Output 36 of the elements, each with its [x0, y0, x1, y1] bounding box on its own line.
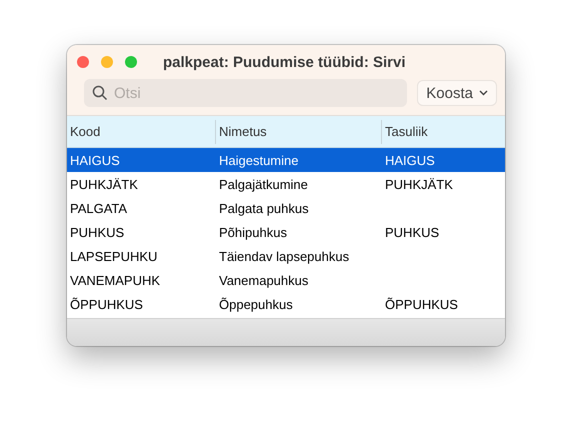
table-cell-text: VANEMAPUHK [69, 272, 162, 288]
table-cell-text: Põhipuhkus [218, 224, 288, 240]
minimize-button[interactable] [101, 56, 113, 68]
table-cell-text: ÕPPUHKUS [384, 296, 459, 312]
table-cell-text: HAIGUS [384, 152, 436, 168]
table-row[interactable]: PUHKJÄTK Palgajätkumine PUHKJÄTK [67, 172, 505, 196]
table-cell-text: Vanemapuhkus [218, 272, 310, 288]
table-cell-text: PUHKUS [69, 224, 126, 240]
table-cell-text: ÕPPUHKUS [69, 296, 144, 312]
table-cell-text: PUHKUS [384, 224, 440, 240]
table-row[interactable]: PUHKUS Põhipuhkus PUHKUS [67, 220, 505, 244]
chevron-icon [479, 90, 488, 96]
column-header[interactable]: Nimetus [216, 120, 382, 144]
table-row[interactable]: LAPSEPUHKU Täiendav lapsepuhkus [67, 244, 505, 268]
table-cell-text: Haigestumine [218, 152, 300, 168]
zoom-button[interactable] [125, 56, 137, 68]
table-cell-text: PUHKJÄTK [384, 176, 454, 192]
table-cell-text: LAPSEPUHKU [69, 248, 158, 264]
table-row[interactable]: HAIGUS Haigestumine HAIGUS [67, 148, 505, 172]
table-cell-text: HAIGUS [69, 152, 121, 168]
column-header[interactable]: Tasuliik [382, 120, 505, 144]
table-cell-text: PALGATA [69, 200, 128, 216]
table-cell-text: Palgata puhkus [218, 200, 310, 216]
search-icon [92, 85, 108, 101]
koosta-menu-button[interactable]: Koosta [417, 80, 497, 106]
window-title: palkpeat: Puudumise tüübid: Sirvi [163, 54, 406, 70]
column-header[interactable]: Kood [67, 120, 216, 144]
table-row[interactable]: ÕPPUHKUS Õppepuhkus ÕPPUHKUS [67, 292, 505, 316]
search-field[interactable]: Otsi [84, 79, 408, 107]
table-row[interactable]: VANEMAPUHK Vanemapuhkus [67, 268, 505, 292]
table-cell-text: Täiendav lapsepuhkus [218, 248, 350, 264]
table-cell-text: PUHKJÄTK [69, 176, 139, 192]
table-cell-text: Palgajätkumine [218, 176, 309, 192]
close-button[interactable] [77, 56, 89, 68]
table-row[interactable]: PALGATA Palgata puhkus [67, 196, 505, 220]
table-cell-text: Õppepuhkus [218, 296, 294, 312]
